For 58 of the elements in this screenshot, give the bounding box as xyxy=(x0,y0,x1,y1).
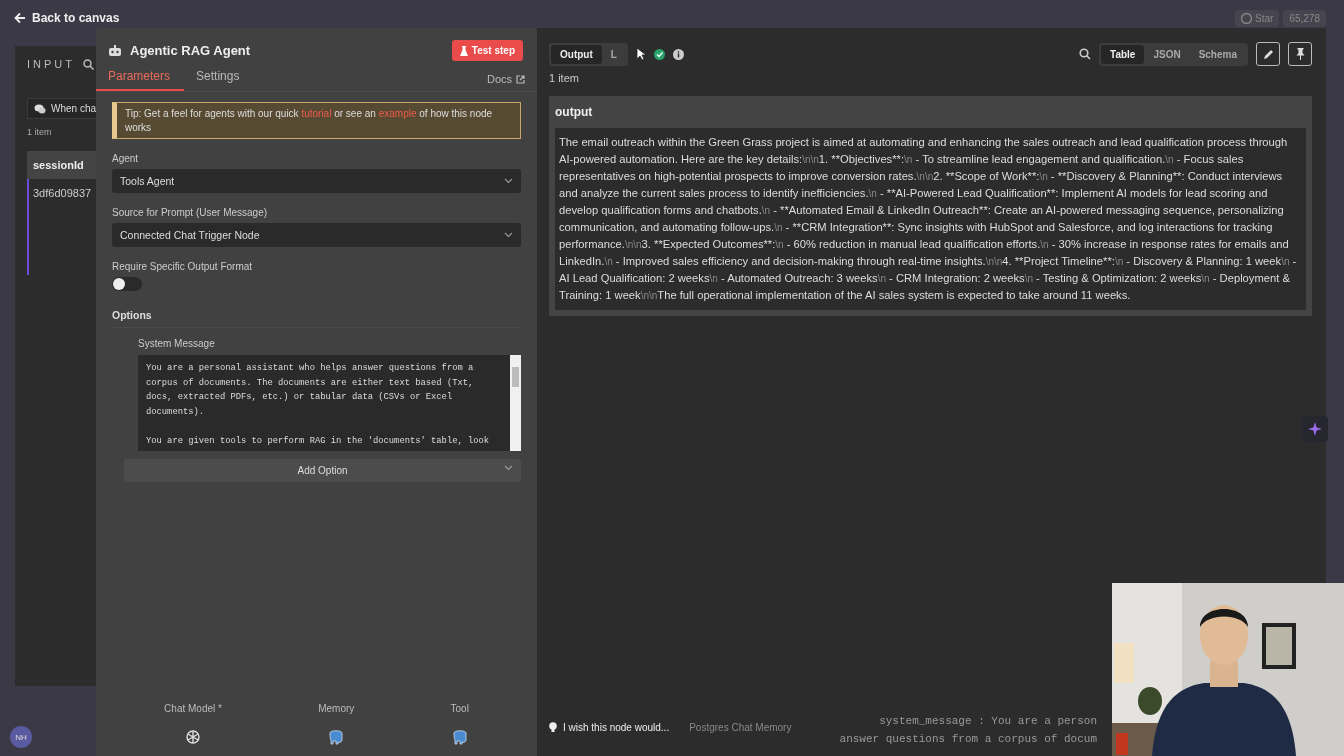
toggle-switch[interactable] xyxy=(112,277,142,291)
pin-icon xyxy=(1295,48,1305,60)
sparkle-button[interactable] xyxy=(1302,416,1328,442)
lightbulb-icon xyxy=(549,722,557,733)
system-message-field[interactable]: You are a personal assistant who helps answer questions from a corpus of documents. The documents are either text based (Txt, docs, extracted PDFs, etc.) or tabular data (CSVs or Excel documents). You are given tools to perform RAG in the 'documents' table, look xyxy=(138,355,521,451)
item-count: 1 item xyxy=(27,127,53,137)
back-link[interactable]: Back to canvas xyxy=(14,11,120,25)
trigger-chip[interactable]: When cha xyxy=(27,98,96,119)
external-link-icon[interactable] xyxy=(516,74,525,84)
search-icon[interactable] xyxy=(1079,48,1091,60)
connector-label: Tool xyxy=(450,703,469,714)
table-cell: The email outreach within the Green Grass project is aimed at automating and enhancing the sales outreach and lead qualification process through AI-powered automation. Here are the key details:\n\n1. **Objectives**:\n - To streamline lead engagement and qualification.\n - Focus sales representatives on high-potential prospects to improve conversion rates.\n\n2. **Scope of Work**:\n - **Discovery & Planning**: Conduct interviews and analyze the current sales process to identify inefficiencies.\n - **AI-Powered Lead Qualification**: Implement AI models for lead scoring and develop qualification forms and chatbots.\n - **Automated Email & LinkedIn Outreach**: Create an AI-powered messaging sequence, personalizing communication, and automating follow-ups.\n - **CRM Integration**: Sync insights with HubSpot and Salesforce, and log interactions for tracking performance.\n\n3. **Expected Outcomes**:\n - 60% reduction in manual lead qualification efforts.\n - 30% increase in response rates for emails and LinkedIn.\n - Improved sales efficiency and decision-making through real-time insights.\n\n4. **Project Timeline**:\n - Discovery & Planning: 1 week\n - AI Lead Qualification: 2 weeks\n - Automated Outreach: 3 weeks\n - CRM Integration: 2 weeks\n - Testing & Optimization: 2 weeks\n - Deployment & Training: 1 week\n\nThe full operational implementation of the AI sales system is expected to take around 11 weeks. xyxy=(555,128,1306,310)
info-icon xyxy=(672,48,684,60)
code-line: answer questions from a corpus of docum xyxy=(839,732,1097,747)
view-mode-tab[interactable]: Table xyxy=(1101,44,1145,64)
panel-tab[interactable]: Parameters xyxy=(96,65,185,91)
field-label: Agent xyxy=(112,153,140,164)
input-title: INPUT xyxy=(27,58,75,70)
search-icon[interactable] xyxy=(83,58,94,70)
output-tab[interactable]: Output xyxy=(551,44,602,64)
test-step-button[interactable]: Test step xyxy=(451,40,523,61)
sparkle-icon xyxy=(1308,422,1322,436)
chevron-down-icon xyxy=(504,465,513,471)
connector-label: Memory xyxy=(318,703,355,714)
connector-label: Chat Model * xyxy=(164,703,222,714)
node-title: Agentic RAG Agent xyxy=(130,43,251,58)
options-label: Options xyxy=(112,309,521,328)
select-field[interactable]: Tools Agent xyxy=(112,169,521,193)
docs-link[interactable]: Docs xyxy=(486,73,512,85)
field-label: System Message xyxy=(138,338,216,349)
chat-bubbles-icon xyxy=(34,103,46,114)
feedback-hint[interactable]: I wish this node would... xyxy=(563,722,670,733)
view-mode-tab[interactable]: Schema xyxy=(1189,44,1246,64)
cursor-icon xyxy=(635,47,646,61)
star-count: 65,278 xyxy=(1283,9,1326,27)
field-label: Require Specific Output Format xyxy=(112,261,254,272)
item-count: 1 item xyxy=(549,72,580,84)
view-mode-tab[interactable]: JSON xyxy=(1144,44,1190,64)
chevron-down-icon xyxy=(504,232,513,238)
user-avatar[interactable]: NH xyxy=(10,726,32,748)
robot-icon xyxy=(108,44,122,57)
column-header: output xyxy=(554,104,594,121)
pin-button[interactable] xyxy=(1288,42,1312,66)
output-tab[interactable]: L xyxy=(601,44,626,64)
chevron-down-icon xyxy=(504,178,513,184)
memory-label: Postgres Chat Memory xyxy=(689,722,792,733)
flask-icon xyxy=(459,45,468,56)
arrow-left-icon xyxy=(14,12,26,24)
tip-banner: Tip: Get a feel for agents with our quick tutorial or see an example of how this node works xyxy=(112,102,521,139)
pencil-icon xyxy=(1262,48,1274,60)
panel-tab[interactable]: Settings xyxy=(184,65,254,91)
select-field[interactable]: Connected Chat Trigger Node xyxy=(112,223,521,247)
check-circle-icon xyxy=(653,48,665,60)
add-option-button[interactable]: Add Option xyxy=(124,459,521,482)
edit-button[interactable] xyxy=(1256,42,1280,66)
code-line: system_message : You are a person xyxy=(879,714,1097,729)
column-header: sessionId xyxy=(27,151,96,179)
field-label: Source for Prompt (User Message) xyxy=(112,207,269,218)
